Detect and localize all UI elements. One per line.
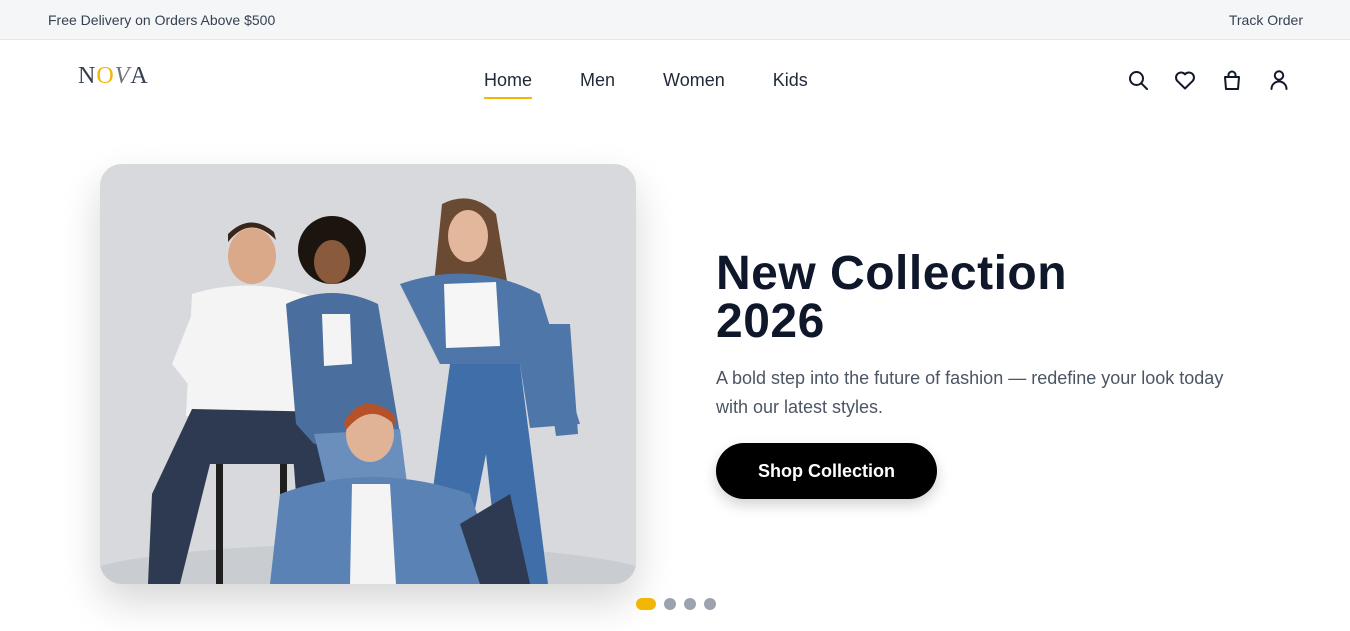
logo-letter-o: O (96, 63, 115, 89)
carousel-dot-1[interactable] (636, 598, 656, 610)
models-illustration (100, 164, 636, 584)
nav-item-home[interactable]: Home (484, 70, 533, 99)
hero-image (100, 164, 636, 584)
user-icon[interactable] (1267, 68, 1291, 92)
hero-description: A bold step into the future of fashion —… (716, 368, 1224, 417)
hero-title-line1: New Collection (716, 247, 1068, 300)
carousel-dot-2[interactable] (664, 598, 676, 610)
logo-letter-v: V (114, 63, 131, 89)
nova-logo[interactable]: N O V A (78, 63, 149, 90)
shop-collection-button[interactable]: Shop Collection (716, 443, 937, 499)
bag-icon[interactable] (1220, 68, 1244, 92)
logo-letter-a: A (130, 63, 149, 89)
announcement-bar: Free Delivery on Orders Above $500 Track… (0, 0, 1350, 40)
hero-copy: New Collection 2026 A bold step into the… (716, 250, 1276, 422)
track-order-link[interactable]: Track Order (1229, 12, 1303, 28)
search-icon[interactable] (1126, 68, 1150, 92)
nav-item-kids[interactable]: Kids (773, 70, 808, 97)
hero-title-line2: 2026 (716, 295, 825, 348)
nav-item-men[interactable]: Men (580, 70, 615, 97)
header-actions (1126, 68, 1291, 92)
heart-icon[interactable] (1173, 68, 1197, 92)
logo-letter-n: N (78, 63, 97, 89)
carousel-dots (636, 598, 716, 610)
nav-item-women[interactable]: Women (663, 70, 725, 97)
site-header: N O V A Home Men Women Kids (0, 41, 1350, 121)
main-nav: Home Men Women Kids (484, 70, 808, 99)
free-delivery-text: Free Delivery on Orders Above $500 (48, 11, 276, 28)
carousel-dot-4[interactable] (704, 598, 716, 610)
hero-title: New Collection 2026 (716, 250, 1276, 346)
carousel-dot-3[interactable] (684, 598, 696, 610)
